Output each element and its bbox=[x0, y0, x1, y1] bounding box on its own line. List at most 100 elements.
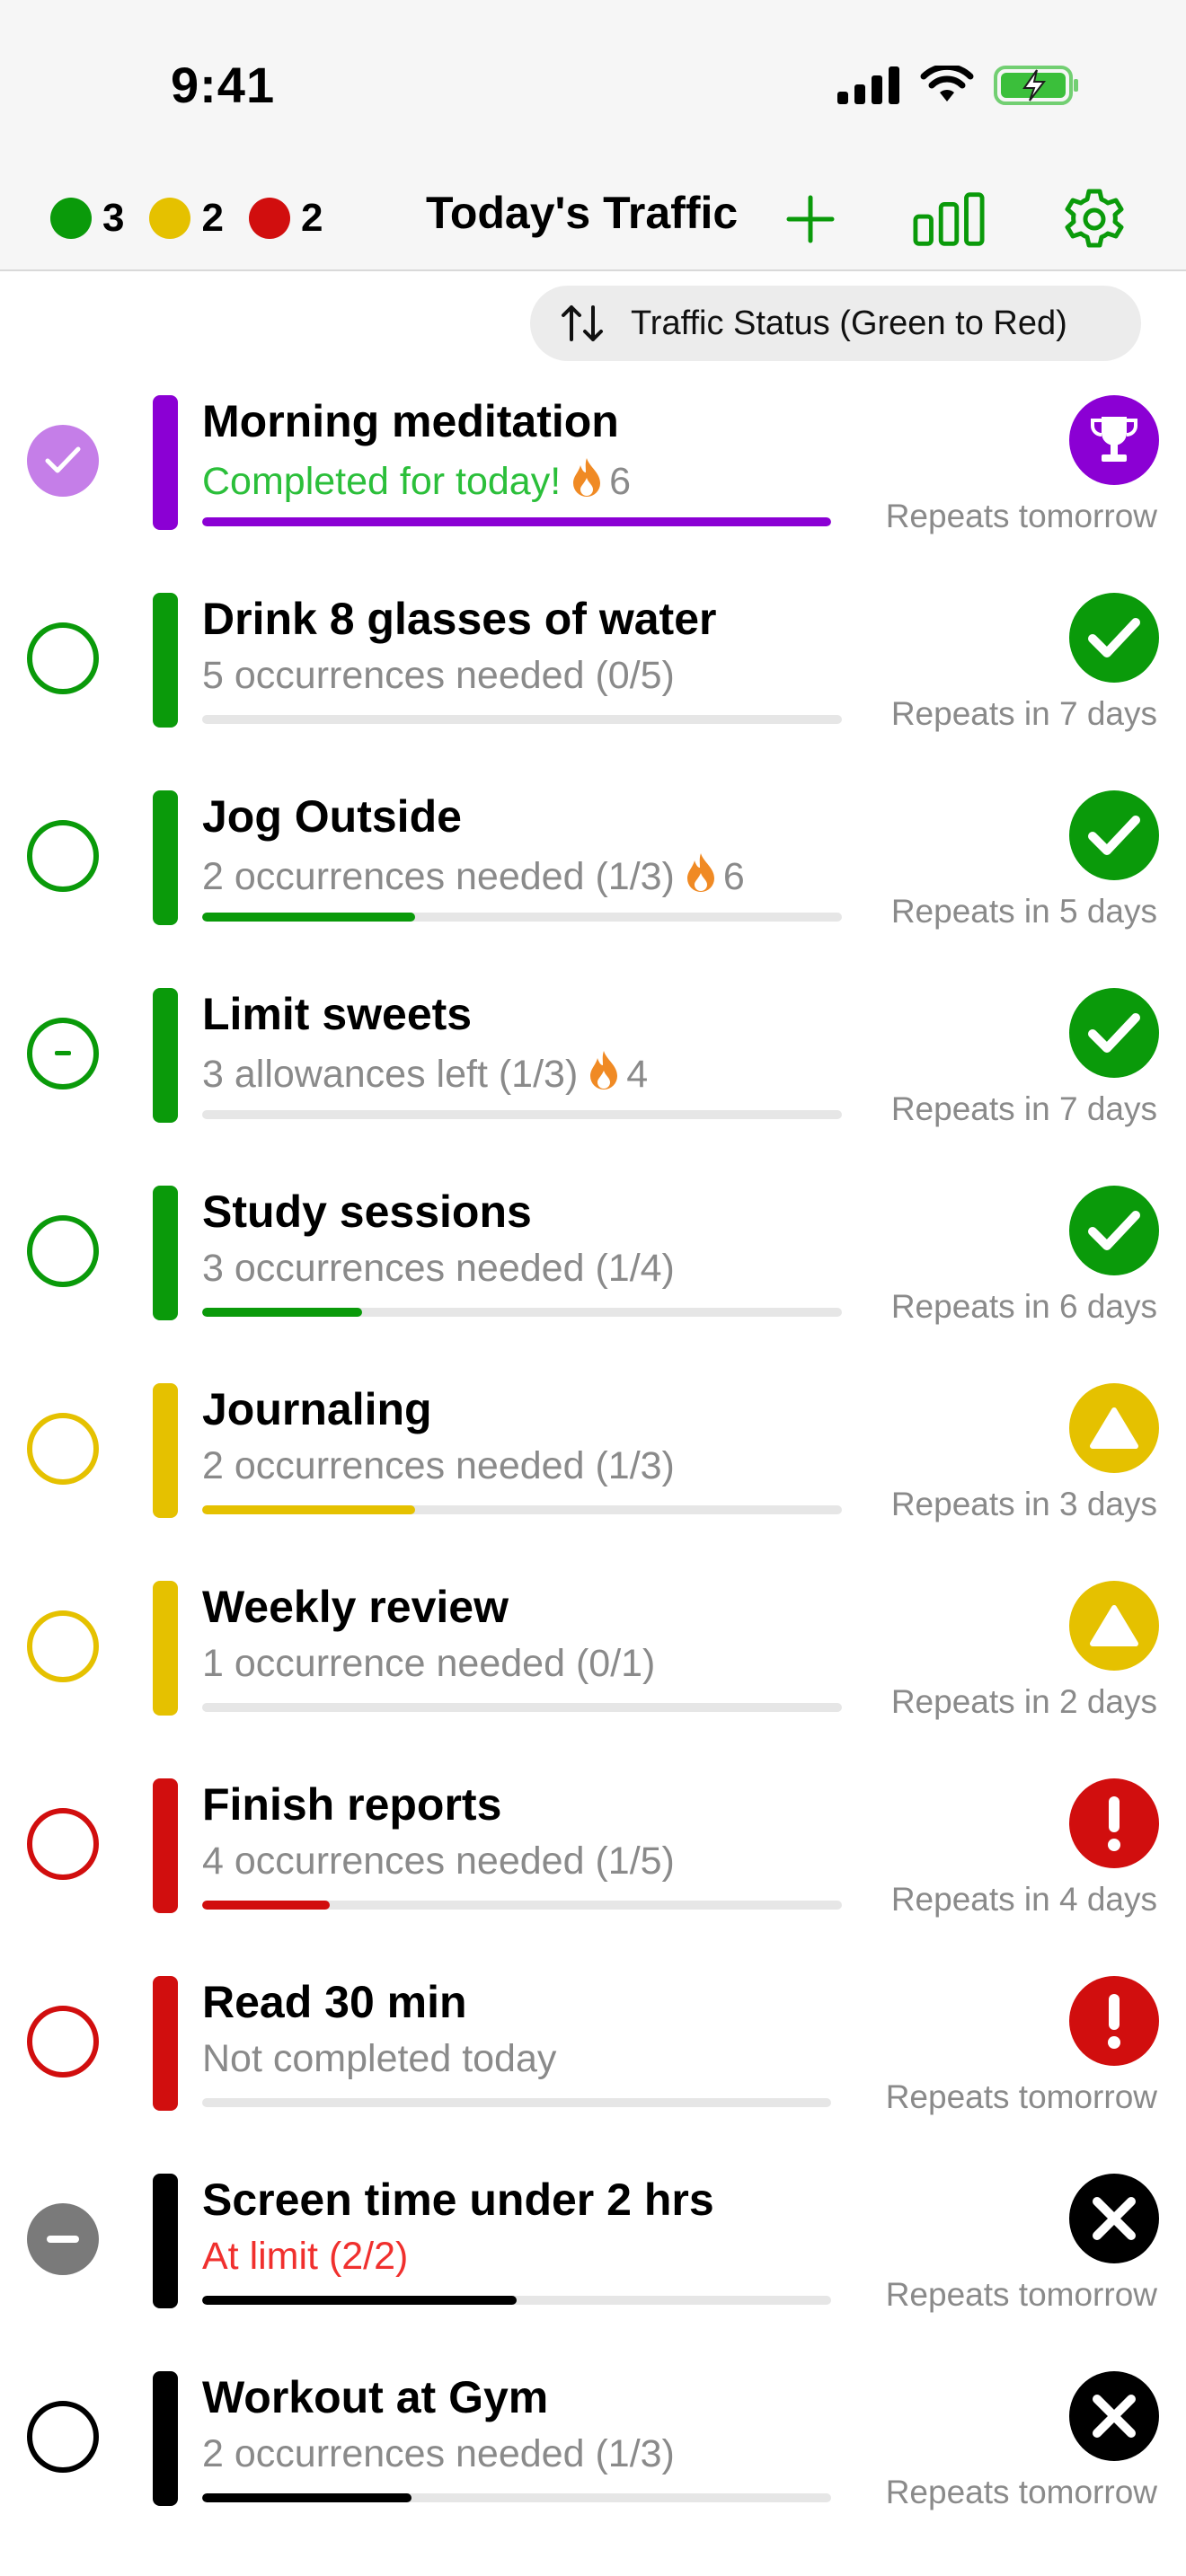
close-icon[interactable] bbox=[1069, 2174, 1159, 2263]
checkmark-icon[interactable] bbox=[1069, 1186, 1159, 1275]
habit-row[interactable]: Weekly review 1 occurrence needed (0/1) Re… bbox=[0, 1581, 1186, 1778]
status-color-bar bbox=[153, 1976, 178, 2111]
habit-checkbox[interactable] bbox=[27, 1610, 99, 1682]
habit-checkbox[interactable] bbox=[27, 1808, 99, 1880]
habit-row[interactable]: Jog Outside 2 occurrences needed (1/3) 6 Re… bbox=[0, 790, 1186, 988]
stats-button[interactable] bbox=[913, 183, 985, 255]
habit-checkbox[interactable] bbox=[27, 1215, 99, 1287]
progress-fill bbox=[202, 1901, 331, 1910]
habit-checkbox[interactable] bbox=[27, 820, 99, 892]
limit-checkbox[interactable] bbox=[27, 2203, 99, 2275]
repeat-label: Repeats tomorrow bbox=[885, 2474, 1157, 2510]
progress-track bbox=[202, 2296, 831, 2305]
habit-row[interactable]: Study sessions 3 occurrences needed (1/4)… bbox=[0, 1186, 1186, 1383]
progress-track bbox=[202, 715, 842, 724]
streak-count: 6 bbox=[609, 460, 632, 503]
habit-progress-text: 5 occurrences needed (0/5) bbox=[202, 654, 675, 697]
close-icon[interactable] bbox=[1069, 2371, 1159, 2461]
habit-checkbox[interactable] bbox=[27, 1413, 99, 1485]
habit-subtitle: 2 occurrences needed (1/3) bbox=[202, 1444, 675, 1488]
flame-icon bbox=[589, 1049, 619, 1100]
status-color-bar bbox=[153, 2371, 178, 2506]
habit-progress-text: 2 occurrences needed (1/3) bbox=[202, 1444, 675, 1487]
count-yellow: 2 bbox=[149, 196, 224, 241]
progress-track bbox=[202, 517, 831, 526]
green-dot-icon bbox=[50, 198, 92, 239]
habit-title: Drink 8 glasses of water bbox=[202, 594, 717, 644]
flame-icon bbox=[571, 456, 602, 507]
status-color-bar bbox=[153, 2174, 178, 2308]
checkmark-icon[interactable] bbox=[1069, 988, 1159, 1078]
habit-title: Morning meditation bbox=[202, 396, 619, 446]
navigation-bar: 3 2 2 Today's Traffic bbox=[0, 171, 1186, 271]
repeat-label: Repeats in 4 days bbox=[890, 1881, 1157, 1918]
checkmark-icon[interactable] bbox=[1069, 790, 1159, 880]
allowance-checkbox[interactable] bbox=[27, 1018, 99, 1090]
flame-icon bbox=[686, 851, 716, 903]
progress-track bbox=[202, 1308, 842, 1317]
status-time: 9:41 bbox=[171, 57, 276, 113]
habit-checkbox[interactable] bbox=[27, 2401, 99, 2473]
triangle-icon[interactable] bbox=[1069, 1581, 1159, 1671]
habit-row[interactable]: Read 30 min Not completed today Repeats to… bbox=[0, 1976, 1186, 2174]
habit-row[interactable]: Morning meditation Completed for today! 6 R… bbox=[0, 395, 1186, 593]
exclamation-icon[interactable] bbox=[1069, 1976, 1159, 2066]
status-bar: 9:41 bbox=[0, 0, 1186, 171]
habit-subtitle: 2 occurrences needed (1/3) 6 bbox=[202, 851, 745, 903]
count-value: 3 bbox=[102, 196, 125, 240]
settings-button[interactable] bbox=[1058, 183, 1130, 255]
progress-track bbox=[202, 1505, 842, 1514]
habit-subtitle: 5 occurrences needed (0/5) bbox=[202, 654, 675, 698]
status-color-bar bbox=[153, 395, 178, 530]
wifi-icon bbox=[920, 66, 974, 101]
repeat-label: Repeats in 7 days bbox=[890, 1090, 1157, 1127]
habit-title: Workout at Gym bbox=[202, 2372, 549, 2422]
habit-title: Journaling bbox=[202, 1384, 432, 1434]
triangle-icon[interactable] bbox=[1069, 1383, 1159, 1473]
habit-row[interactable]: Finish reports 4 occurrences needed (1/5)… bbox=[0, 1778, 1186, 1976]
habit-row[interactable]: Limit sweets 3 allowances left (1/3) 4 Repe… bbox=[0, 988, 1186, 1186]
gear-icon bbox=[1065, 189, 1124, 248]
exclamation-icon[interactable] bbox=[1069, 1778, 1159, 1868]
bar-chart-icon bbox=[913, 192, 985, 246]
progress-fill bbox=[202, 913, 416, 922]
habit-title: Read 30 min bbox=[202, 1977, 467, 2027]
count-green: 3 bbox=[50, 196, 124, 241]
habit-row[interactable]: Workout at Gym 2 occurrences needed (1/3)… bbox=[0, 2371, 1186, 2569]
checkmark-icon[interactable] bbox=[1069, 593, 1159, 683]
trophy-icon[interactable] bbox=[1069, 395, 1159, 485]
habit-checkbox[interactable] bbox=[27, 2006, 99, 2078]
habit-subtitle: 3 allowances left (1/3) 4 bbox=[202, 1049, 648, 1100]
count-value: 2 bbox=[300, 196, 323, 240]
completed-checkbox[interactable] bbox=[27, 425, 99, 497]
habit-subtitle: At limit (2/2) bbox=[202, 2235, 408, 2279]
progress-fill bbox=[202, 2493, 412, 2502]
sort-label: Traffic Status (Green to Red) bbox=[631, 304, 1067, 342]
yellow-dot-icon bbox=[149, 198, 191, 239]
progress-fill bbox=[202, 1505, 416, 1514]
habit-title: Screen time under 2 hrs bbox=[202, 2175, 714, 2225]
status-color-bar bbox=[153, 790, 178, 925]
progress-fill bbox=[202, 2296, 517, 2305]
repeat-label: Repeats in 3 days bbox=[890, 1486, 1157, 1522]
habit-row[interactable]: Journaling 2 occurrences needed (1/3) Repe… bbox=[0, 1383, 1186, 1581]
habit-progress-text: 1 occurrence needed (0/1) bbox=[202, 1642, 656, 1685]
habit-title: Study sessions bbox=[202, 1187, 532, 1237]
progress-fill bbox=[202, 1308, 362, 1317]
page-title: Today's Traffic bbox=[426, 188, 739, 238]
progress-track bbox=[202, 2493, 831, 2502]
repeat-label: Repeats tomorrow bbox=[885, 498, 1157, 534]
habit-subtitle: 3 occurrences needed (1/4) bbox=[202, 1247, 675, 1291]
add-button[interactable] bbox=[774, 183, 846, 255]
habit-progress-text: 4 occurrences needed (1/5) bbox=[202, 1839, 675, 1883]
checkmark-icon bbox=[45, 446, 81, 473]
sort-button[interactable]: Traffic Status (Green to Red) bbox=[530, 286, 1141, 361]
habit-row[interactable]: Drink 8 glasses of water 5 occurrences ne… bbox=[0, 593, 1186, 790]
progress-track bbox=[202, 2098, 831, 2107]
habit-row[interactable]: Screen time under 2 hrs At limit (2/2) Rep… bbox=[0, 2174, 1186, 2371]
habit-checkbox[interactable] bbox=[27, 622, 99, 694]
red-dot-icon bbox=[248, 198, 290, 239]
signal-icon bbox=[837, 66, 899, 104]
streak-count: 6 bbox=[722, 855, 745, 898]
progress-track bbox=[202, 1901, 842, 1910]
